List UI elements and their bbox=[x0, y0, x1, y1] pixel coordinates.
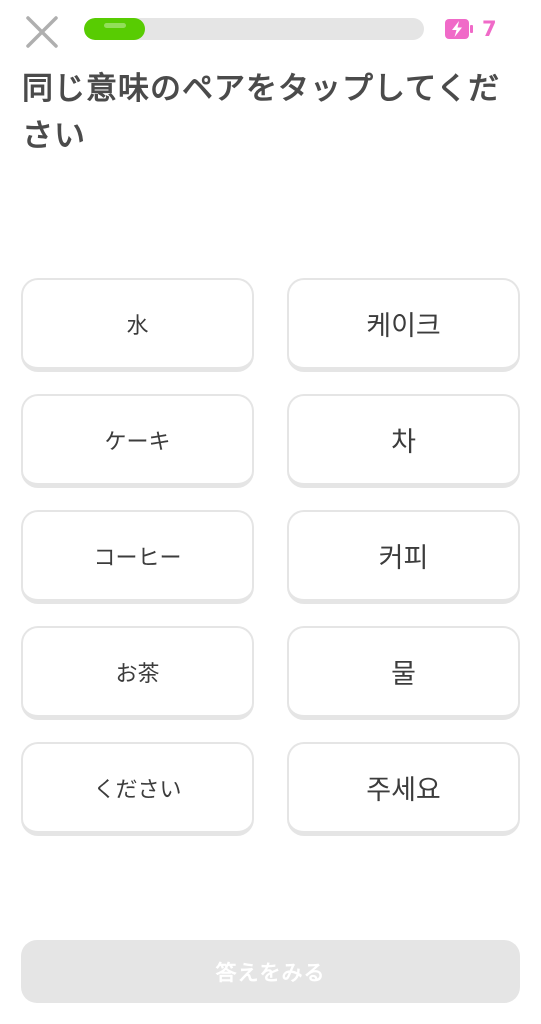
pair-card-right[interactable]: 물 bbox=[287, 626, 520, 720]
pair-card-left[interactable]: ください bbox=[21, 742, 254, 836]
energy-indicator[interactable]: 7 bbox=[444, 14, 497, 44]
pair-card-right[interactable]: 커피 bbox=[287, 510, 520, 604]
check-answer-button[interactable]: 答えをみる bbox=[21, 940, 520, 1003]
pair-card-left[interactable]: コーヒー bbox=[21, 510, 254, 604]
prompt-title: 同じ意味のペアをタップしてください bbox=[22, 71, 501, 154]
energy-count: 7 bbox=[482, 17, 497, 41]
pair-card-left[interactable]: お茶 bbox=[21, 626, 254, 720]
battery-bolt-icon bbox=[444, 18, 474, 40]
progress-bar bbox=[84, 18, 424, 40]
pair-card-right[interactable]: 차 bbox=[287, 394, 520, 488]
progress-shine bbox=[104, 23, 126, 28]
pair-card-left[interactable]: 水 bbox=[21, 278, 254, 372]
close-button[interactable] bbox=[22, 12, 62, 52]
close-icon bbox=[26, 16, 58, 48]
match-grid: 水 케이크 ケーキ 차 コーヒー 커피 お茶 물 ください 주세요 bbox=[21, 278, 520, 836]
pair-card-left[interactable]: ケーキ bbox=[21, 394, 254, 488]
pair-card-right[interactable]: 주세요 bbox=[287, 742, 520, 836]
pair-card-right[interactable]: 케이크 bbox=[287, 278, 520, 372]
progress-bar-fill bbox=[84, 18, 146, 40]
lesson-screen: 7 同じ意味のペアをタップしてください 水 케이크 ケーキ 차 コーヒー 커피 … bbox=[0, 0, 541, 1024]
